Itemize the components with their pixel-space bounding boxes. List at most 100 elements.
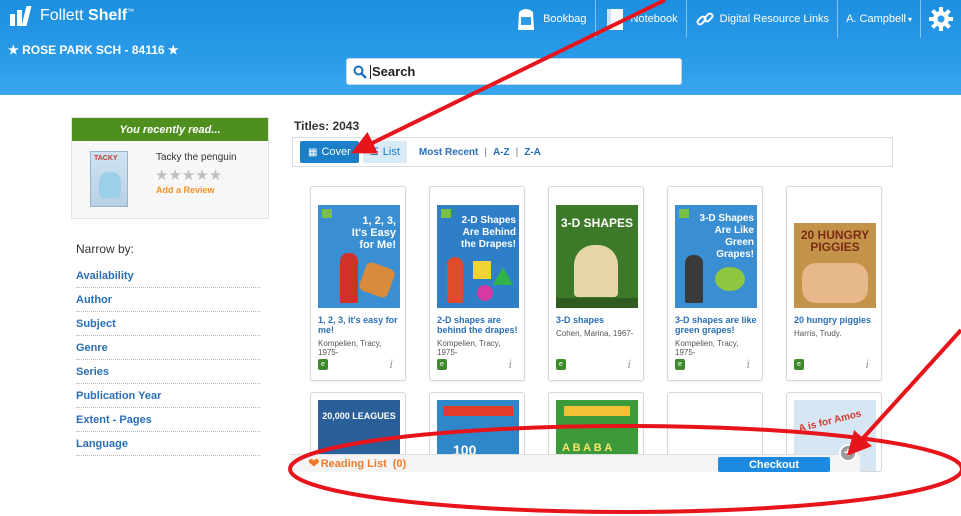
recent-book-cover[interactable]: TACKY <box>90 151 128 207</box>
child-figure <box>447 257 463 303</box>
facet-series[interactable]: Series <box>76 360 260 384</box>
facet-author[interactable]: Author <box>76 288 260 312</box>
book-title[interactable]: 3-D shapes are like green grapes! <box>675 315 759 335</box>
book-author: Kompelien, Tracy, 1975- <box>318 339 382 357</box>
book-card[interactable]: 1, 2, 3, It's Easy for Me! 1, 2, 3, it's… <box>310 186 406 381</box>
reading-list-count: (0) <box>392 457 407 470</box>
bookbag-icon <box>518 9 535 30</box>
ebook-icon: e <box>675 359 685 370</box>
book-card[interactable]: 3-D SHAPES 3-D shapes Cohen, Marina, 196… <box>548 186 644 381</box>
top-header: Follett Shelf™ ★ ROSE PARK SCH - 84116 ★… <box>0 0 961 95</box>
top-nav: Bookbag Notebook Digital Resource Links … <box>506 0 961 38</box>
grapes-illustration <box>715 267 745 291</box>
facet-extent-pages[interactable]: Extent - Pages <box>76 408 260 432</box>
facet-list: Availability Author Subject Genre Series… <box>76 264 260 456</box>
add-to-reading-list-button[interactable]: + <box>839 444 857 462</box>
blocks-illustration <box>357 260 397 300</box>
book-card[interactable]: 3-D Shapes Are Like Green Grapes! 3-D sh… <box>667 186 763 381</box>
book-card[interactable]: 20 HUNGRY PIGGIES 20 hungry piggies Harr… <box>786 186 882 381</box>
add-review-link[interactable]: Add a Review <box>156 185 215 195</box>
search-box[interactable]: Search <box>346 58 682 85</box>
book-cover[interactable]: 1, 2, 3, It's Easy for Me! <box>318 205 400 308</box>
heart-icon: ❤ <box>308 455 320 471</box>
cover-view-button[interactable]: ▦ Cover <box>300 141 359 163</box>
reading-list-bar: ❤ Reading List (0) Checkout <box>290 454 860 472</box>
penguin-illustration <box>99 172 121 198</box>
series-badge <box>679 209 689 218</box>
cover-text: 20 HUNGRY PIGGIES <box>800 228 870 254</box>
series-badge <box>322 209 332 218</box>
circle-shape <box>477 285 493 301</box>
grid-icon: ▦ <box>308 146 318 158</box>
settings-button[interactable] <box>921 0 961 38</box>
book-card[interactable]: 2-D Shapes Are Behind the Drapes! 2-D sh… <box>429 186 525 381</box>
sort-a-z[interactable]: A-Z <box>493 147 510 158</box>
reading-list-link[interactable]: Reading List <box>321 458 387 470</box>
child-figure <box>574 245 618 297</box>
digital-resource-links-label: Digital Resource Links <box>719 13 830 25</box>
recently-read-header: You recently read... <box>72 118 268 141</box>
link-icon <box>696 12 714 26</box>
book-author: Kompelien, Tracy, 1975- <box>437 339 501 357</box>
cover-band <box>564 406 630 416</box>
notebook-icon <box>606 9 623 30</box>
book-cover[interactable]: 20 HUNGRY PIGGIES <box>794 223 876 308</box>
book-cover[interactable]: 3-D Shapes Are Like Green Grapes! <box>675 205 757 308</box>
user-menu[interactable]: A. Campbell ▾ <box>838 0 920 38</box>
square-shape <box>473 261 491 279</box>
narrow-by-heading: Narrow by: <box>76 242 135 256</box>
rating-stars[interactable]: ★★★★★ <box>155 166 222 184</box>
facet-publication-year[interactable]: Publication Year <box>76 384 260 408</box>
notebook-label: Notebook <box>630 13 678 25</box>
school-name: ★ ROSE PARK SCH - 84116 ★ <box>8 43 179 57</box>
list-view-label: List <box>382 146 400 158</box>
cover-text: A is for Amos <box>797 408 863 435</box>
ebook-icon: e <box>437 359 447 370</box>
book-title[interactable]: 2-D shapes are behind the drapes! <box>437 315 521 335</box>
books-icon <box>10 6 34 26</box>
brand-logo[interactable]: Follett Shelf™ <box>10 6 134 26</box>
piggies-illustration <box>802 263 868 303</box>
recently-read-panel: You recently read... TACKY Tacky the pen… <box>71 117 269 219</box>
book-author: Kompelien, Tracy, 1975- <box>675 339 739 357</box>
app-root: Follett Shelf™ ★ ROSE PARK SCH - 84116 ★… <box>0 0 961 516</box>
brand-name: Follett Shelf™ <box>40 7 135 24</box>
info-icon[interactable]: i <box>865 356 869 372</box>
sort-separator: | <box>484 146 487 158</box>
cover-text: 3-D Shapes Are Like Green Grapes! <box>699 213 754 260</box>
book-title[interactable]: 1, 2, 3, it's easy for me! <box>318 315 402 335</box>
book-cover[interactable]: 2-D Shapes Are Behind the Drapes! <box>437 205 519 308</box>
bookbag-link[interactable]: Bookbag <box>506 0 594 38</box>
sort-z-a[interactable]: Z-A <box>524 147 541 158</box>
checkout-button[interactable]: Checkout <box>718 457 830 472</box>
text-cursor <box>370 64 371 79</box>
digital-resource-links[interactable]: Digital Resource Links <box>687 0 837 38</box>
sort-separator: | <box>515 146 519 158</box>
ebook-icon: e <box>794 359 804 370</box>
cover-text: A B A B A <box>562 442 613 454</box>
facet-language[interactable]: Language <box>76 432 260 456</box>
book-author: Cohen, Marina, 1967- <box>556 329 634 338</box>
info-icon[interactable]: i <box>627 356 631 372</box>
info-icon[interactable]: i <box>746 356 750 372</box>
facet-subject[interactable]: Subject <box>76 312 260 336</box>
list-icon: ☰ <box>369 146 379 158</box>
info-icon[interactable]: i <box>389 356 393 372</box>
cover-text: 20,000 LEAGUES <box>322 411 396 421</box>
facet-genre[interactable]: Genre <box>76 336 260 360</box>
chevron-down-icon: ▾ <box>907 14 912 24</box>
notebook-link[interactable]: Notebook <box>596 0 686 38</box>
recent-cover-text: TACKY <box>94 155 118 162</box>
info-icon[interactable]: i <box>508 356 512 372</box>
book-title[interactable]: 20 hungry piggies <box>794 315 878 325</box>
recent-book-title[interactable]: Tacky the penguin <box>156 152 237 163</box>
sort-most-recent[interactable]: Most Recent <box>419 147 478 158</box>
child-figure <box>340 253 358 303</box>
book-title[interactable]: 3-D shapes <box>556 315 640 325</box>
facet-availability[interactable]: Availability <box>76 264 260 288</box>
list-view-button[interactable]: ☰ List <box>362 141 407 163</box>
series-badge <box>441 209 451 218</box>
triangle-shape <box>493 267 513 285</box>
search-input[interactable]: Search <box>372 64 415 79</box>
book-cover[interactable]: 3-D SHAPES <box>556 205 638 308</box>
